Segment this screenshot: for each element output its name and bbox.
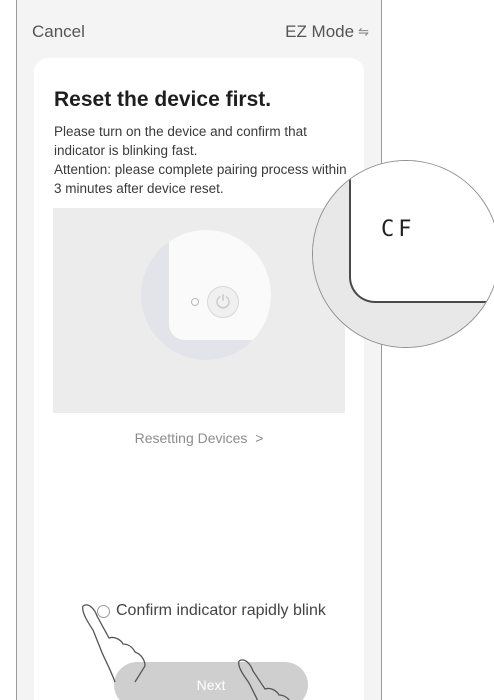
indicator-light-icon [191, 298, 199, 306]
pointing-hand-icon [82, 604, 146, 683]
page-title: Reset the device first. [54, 88, 272, 111]
phone-screen: Cancel EZ Mode ⇋ Reset the device first.… [16, 0, 382, 700]
top-bar: Cancel EZ Mode ⇋ [17, 0, 381, 60]
chevron-right-icon: > [251, 430, 264, 446]
attention-text: Attention: please complete pairing proce… [54, 162, 347, 196]
mode-label: EZ Mode [285, 22, 355, 41]
swap-arrows-icon: ⇋ [358, 24, 369, 39]
ez-mode-button[interactable]: EZ Mode ⇋ [285, 22, 369, 42]
display-zoom-circle: CF [312, 160, 494, 348]
device-illustration: ⏻ [53, 208, 345, 413]
pointing-hand-icon [238, 659, 290, 700]
device-zoom-circle: ⏻ [141, 230, 271, 360]
power-icon: ⏻ [207, 286, 239, 318]
display-code: CF [381, 217, 416, 242]
instruction-text: Please turn on the device and confirm th… [54, 124, 307, 158]
device-panel: ⏻ [169, 230, 271, 340]
cancel-button[interactable]: Cancel [32, 22, 85, 42]
resetting-devices-label: Resetting Devices [134, 430, 248, 446]
instructions: Please turn on the device and confirm th… [54, 122, 354, 198]
resetting-devices-link[interactable]: Resetting Devices > [34, 430, 364, 446]
zoom-device-panel [349, 161, 494, 303]
